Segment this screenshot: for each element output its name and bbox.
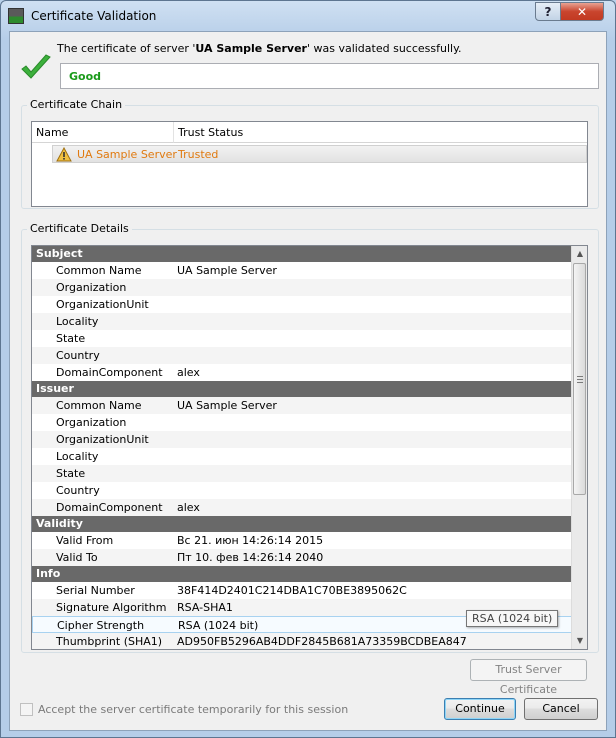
detail-row[interactable]: Common Name UA Sample Server <box>32 262 572 279</box>
detail-key: DomainComponent <box>56 501 163 514</box>
close-button[interactable]: ✕ <box>560 2 604 21</box>
server-name: UA Sample Server <box>195 42 307 55</box>
section-header[interactable]: Issuer <box>32 381 572 397</box>
scroll-down-arrow-icon[interactable]: ▼ <box>572 633 587 649</box>
detail-key: Valid From <box>56 534 114 547</box>
detail-value: AD950FB5296AB4DDF2845B681A73359BCDBEA847 <box>177 635 467 648</box>
certificate-validation-window: Certificate Validation ? ✕ The certifica… <box>0 0 616 738</box>
column-header-trust-status[interactable]: Trust Status <box>174 122 587 143</box>
checkmark-icon <box>21 54 51 79</box>
title-bar[interactable]: Certificate Validation ? ✕ <box>1 1 615 31</box>
details-grid[interactable]: Subject Common Name UA Sample Server Organi… <box>31 245 588 650</box>
dialog-body: The certificate of server 'UA Sample Ser… <box>9 31 607 731</box>
detail-value: RSA-SHA1 <box>177 601 233 614</box>
detail-row[interactable]: DomainComponent alex <box>32 499 572 516</box>
detail-row[interactable]: Valid From Вс 21. июн 14:26:14 2015 <box>32 532 572 549</box>
detail-value: Пт 10. фев 14:26:14 2040 <box>177 551 324 564</box>
detail-row[interactable]: State <box>32 330 572 347</box>
section-header[interactable]: Subject <box>32 246 572 262</box>
accept-temporarily-label: Accept the server certificate temporaril… <box>38 703 349 716</box>
scrollbar-thumb[interactable] <box>573 263 586 495</box>
section-header[interactable]: Info <box>32 566 572 582</box>
certificate-details-group: Certificate Details Subject Common Name UA… <box>21 222 599 653</box>
validation-message: The certificate of server 'UA Sample Ser… <box>57 42 462 55</box>
detail-key: Signature Algorithm <box>56 601 167 614</box>
window-title: Certificate Validation <box>31 9 157 23</box>
warning-icon <box>56 147 72 162</box>
detail-value: UA Sample Server <box>177 399 277 412</box>
tooltip: RSA (1024 bit) <box>466 610 559 627</box>
detail-key: Locality <box>56 450 99 463</box>
cancel-button[interactable]: Cancel <box>524 698 598 720</box>
detail-row[interactable]: DomainComponent alex <box>32 364 572 381</box>
detail-value: RSA (1024 bit) <box>178 619 259 632</box>
detail-row[interactable]: Serial Number 38F414D2401C214DBA1C70BE389… <box>32 582 572 599</box>
detail-key: Common Name <box>56 264 142 277</box>
detail-row[interactable]: Organization <box>32 414 572 431</box>
detail-key: State <box>56 332 86 345</box>
detail-value: alex <box>177 501 200 514</box>
help-button[interactable]: ? <box>535 2 561 21</box>
detail-key: DomainComponent <box>56 366 163 379</box>
detail-key: Country <box>56 349 100 362</box>
detail-value: 38F414D2401C214DBA1C70BE3895062C <box>177 584 407 597</box>
detail-key: Organization <box>56 416 127 429</box>
detail-value: Вс 21. июн 14:26:14 2015 <box>177 534 324 547</box>
chain-group-title: Certificate Chain <box>27 98 126 111</box>
vertical-scrollbar[interactable]: ▲ ▼ <box>571 246 587 649</box>
status-text: Good <box>69 70 102 83</box>
detail-key: Thumbprint (SHA1) <box>56 635 163 648</box>
detail-key: Country <box>56 484 100 497</box>
details-rows: Subject Common Name UA Sample Server Organi… <box>32 246 572 649</box>
detail-row[interactable]: Country <box>32 482 572 499</box>
detail-row[interactable]: Organization <box>32 279 572 296</box>
detail-row[interactable]: Country <box>32 347 572 364</box>
detail-value: alex <box>177 366 200 379</box>
detail-row[interactable]: Common Name UA Sample Server <box>32 397 572 414</box>
detail-key: State <box>56 467 86 480</box>
detail-key: Serial Number <box>56 584 135 597</box>
chain-row-status: Trusted <box>178 148 219 161</box>
detail-row[interactable]: Locality <box>32 313 572 330</box>
detail-key: Common Name <box>56 399 142 412</box>
detail-key: Locality <box>56 315 99 328</box>
detail-row[interactable]: OrganizationUnit <box>32 431 572 448</box>
detail-key: OrganizationUnit <box>56 298 149 311</box>
detail-row[interactable]: Locality <box>32 448 572 465</box>
accept-temporarily-checkbox[interactable] <box>20 703 33 716</box>
detail-key: Organization <box>56 281 127 294</box>
certificate-chain-group: Certificate Chain Name Trust Status UA S… <box>21 98 599 209</box>
detail-row[interactable]: State <box>32 465 572 482</box>
section-header[interactable]: Validity <box>32 516 572 532</box>
column-header-name[interactable]: Name <box>32 122 174 143</box>
detail-key: Cipher Strength <box>57 619 145 632</box>
chain-row-name: UA Sample Server <box>77 148 177 161</box>
chain-row[interactable]: UA Sample Server Trusted <box>52 145 587 163</box>
detail-row[interactable]: Thumbprint (SHA1) AD950FB5296AB4DDF2845B6… <box>32 633 572 649</box>
status-box: Good <box>60 63 599 89</box>
details-group-title: Certificate Details <box>27 222 132 235</box>
app-icon <box>8 8 24 24</box>
detail-key: OrganizationUnit <box>56 433 149 446</box>
scroll-up-arrow-icon[interactable]: ▲ <box>572 246 587 262</box>
detail-value: UA Sample Server <box>177 264 277 277</box>
detail-row[interactable]: OrganizationUnit <box>32 296 572 313</box>
grip-icon <box>577 376 583 383</box>
chain-list[interactable]: Name Trust Status UA Sample Server Trust… <box>31 121 588 207</box>
detail-key: Valid To <box>56 551 98 564</box>
continue-button[interactable]: Continue <box>444 698 516 720</box>
trust-server-certificate-button[interactable]: Trust Server Certificate <box>470 659 587 696</box>
detail-row[interactable]: Valid To Пт 10. фев 14:26:14 2040 <box>32 549 572 566</box>
